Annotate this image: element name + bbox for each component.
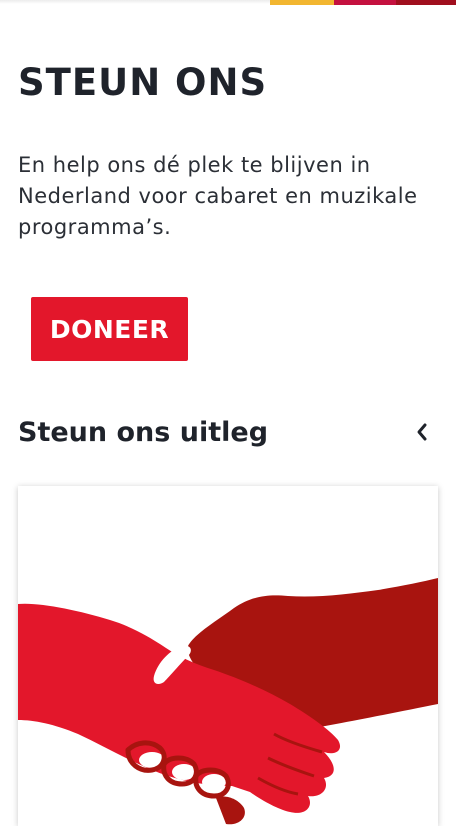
chevron-left-icon [417, 423, 427, 441]
brand-bar-crimson [334, 0, 396, 5]
explanation-card[interactable] [18, 486, 438, 826]
donate-button[interactable]: DONEER [31, 297, 188, 361]
section-title: Steun ons uitleg [18, 416, 269, 448]
brand-bar-yellow [270, 0, 334, 5]
handshake-icon [18, 578, 438, 825]
carousel-prev-button[interactable] [406, 416, 438, 448]
intro-text: En help ons dé plek te blijven in Nederl… [18, 153, 418, 239]
brand-bar-maroon [396, 0, 456, 5]
header-shadow [0, 0, 270, 4]
page-title: STEUN ONS [18, 61, 268, 104]
brand-color-bars [270, 0, 456, 5]
section-header: Steun ons uitleg [18, 408, 438, 456]
